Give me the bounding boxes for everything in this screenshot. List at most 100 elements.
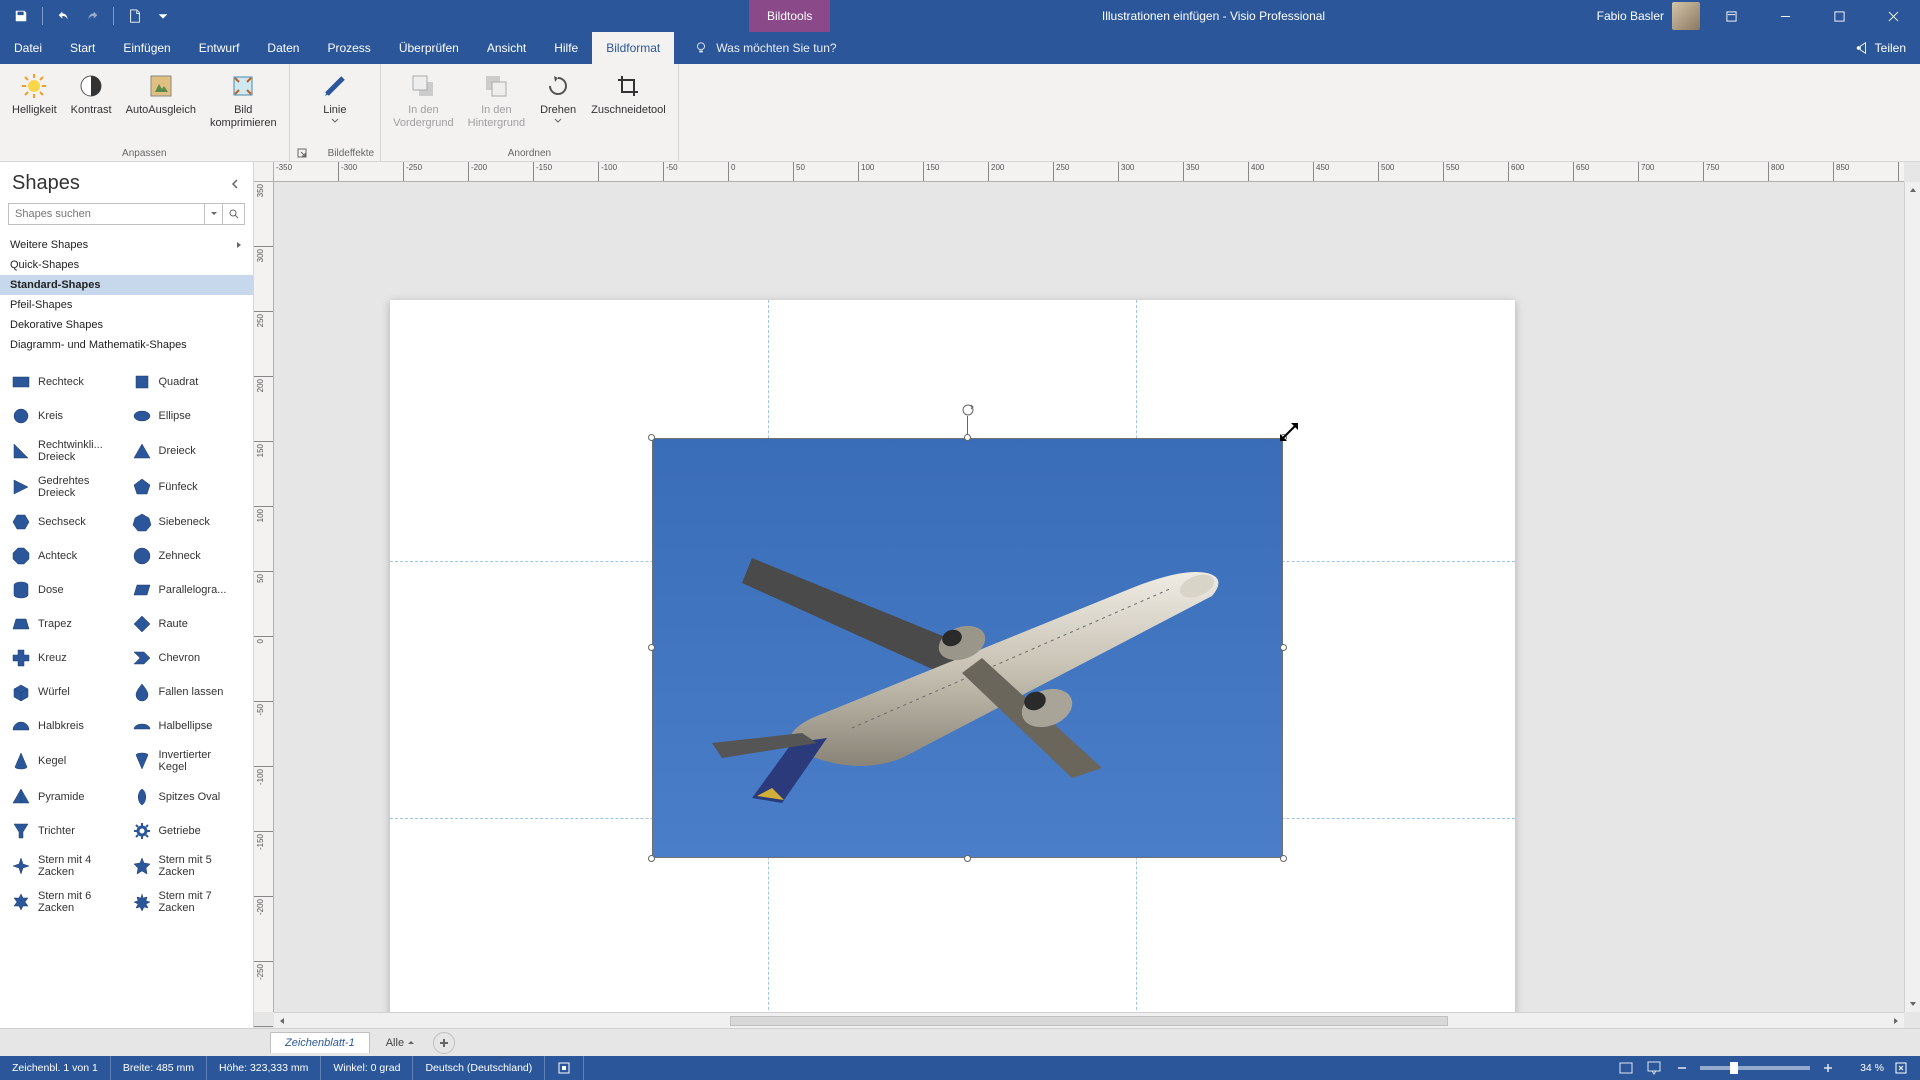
rotate-button[interactable]: Drehen — [533, 66, 583, 129]
tell-me-search[interactable]: Was möchten Sie tun? — [674, 32, 836, 64]
tab-hilfe[interactable]: Hilfe — [540, 32, 592, 64]
contrast-button[interactable]: Kontrast — [65, 66, 118, 121]
shapes-search-input[interactable] — [9, 204, 204, 224]
scroll-left[interactable] — [274, 1013, 290, 1028]
status-macro[interactable] — [545, 1056, 584, 1080]
view-presentation[interactable] — [1644, 1059, 1664, 1077]
status-language[interactable]: Deutsch (Deutschland) — [413, 1056, 545, 1080]
shape-zehneck[interactable]: Zehneck — [129, 541, 246, 571]
rotate-handle[interactable] — [960, 402, 976, 418]
zoom-level[interactable]: 34 % — [1846, 1062, 1884, 1074]
view-normal[interactable] — [1616, 1059, 1636, 1077]
minimize-button[interactable] — [1762, 0, 1808, 32]
save-button[interactable] — [10, 5, 32, 27]
scrollbar-horizontal[interactable] — [274, 1012, 1904, 1028]
stencil-diagramm[interactable]: Diagramm- und Mathematik-Shapes — [0, 335, 253, 355]
tab-datei[interactable]: Datei — [0, 32, 56, 64]
stencil-dekorative[interactable]: Dekorative Shapes — [0, 315, 253, 335]
scroll-up[interactable] — [1905, 182, 1920, 198]
scrollbar-vertical[interactable] — [1904, 182, 1920, 1012]
search-go-button[interactable] — [222, 204, 244, 224]
new-doc-button[interactable] — [124, 5, 146, 27]
shape-gedrehtes-dreieck[interactable]: Gedrehtes Dreieck — [8, 471, 125, 503]
shape-quadrat[interactable]: Quadrat — [129, 367, 246, 397]
close-button[interactable] — [1870, 0, 1916, 32]
shape-funfeck[interactable]: Fünfeck — [129, 471, 246, 503]
qat-customize[interactable] — [152, 5, 174, 27]
stencil-pfeil[interactable]: Pfeil-Shapes — [0, 295, 253, 315]
scroll-down[interactable] — [1905, 996, 1920, 1012]
search-options-dropdown[interactable] — [204, 204, 222, 224]
shape-halbellipse[interactable]: Halbellipse — [129, 711, 246, 741]
tab-prozess[interactable]: Prozess — [313, 32, 384, 64]
handle-ml[interactable] — [648, 644, 655, 651]
shape-trichter[interactable]: Trichter — [8, 816, 125, 846]
outline-button[interactable]: Linie — [310, 66, 360, 129]
zoom-knob[interactable] — [1730, 1062, 1738, 1074]
crop-tool-button[interactable]: Zuschneidetool — [585, 66, 672, 121]
zoom-fit-button[interactable] — [1892, 1059, 1910, 1077]
bildeffekte-launcher[interactable] — [296, 147, 308, 159]
undo-button[interactable] — [53, 5, 75, 27]
tab-daten[interactable]: Daten — [253, 32, 313, 64]
stencil-weitere[interactable]: Weitere Shapes — [0, 235, 253, 255]
shape-wurfel[interactable]: Würfel — [8, 677, 125, 707]
collapse-shapes-pane[interactable] — [229, 178, 241, 190]
sheet-all-button[interactable]: Alle — [376, 1033, 425, 1053]
compress-picture-button[interactable]: Bild komprimieren — [204, 66, 283, 133]
stencil-quick[interactable]: Quick-Shapes — [0, 255, 253, 275]
tab-start[interactable]: Start — [56, 32, 109, 64]
zoom-in[interactable] — [1818, 1059, 1838, 1077]
shapes-search[interactable] — [8, 203, 245, 225]
handle-tm[interactable] — [964, 434, 971, 441]
shape-inv-kegel[interactable]: Invertierter Kegel — [129, 745, 246, 777]
shape-siebeneck[interactable]: Siebeneck — [129, 507, 246, 537]
user-avatar[interactable] — [1672, 2, 1700, 30]
shape-kreis[interactable]: Kreis — [8, 401, 125, 431]
maximize-button[interactable] — [1816, 0, 1862, 32]
shape-getriebe[interactable]: Getriebe — [129, 816, 246, 846]
tab-uberprufen[interactable]: Überprüfen — [385, 32, 473, 64]
tab-entwurf[interactable]: Entwurf — [185, 32, 254, 64]
tab-bildformat[interactable]: Bildformat — [592, 32, 674, 64]
tab-ansicht[interactable]: Ansicht — [473, 32, 540, 64]
shape-sechseck[interactable]: Sechseck — [8, 507, 125, 537]
shape-stern4[interactable]: Stern mit 4 Zacken — [8, 850, 125, 882]
scroll-thumb[interactable] — [730, 1016, 1448, 1026]
shape-kreuz[interactable]: Kreuz — [8, 643, 125, 673]
shape-parallelogramm[interactable]: Parallelogra... — [129, 575, 246, 605]
shape-rechteck[interactable]: Rechteck — [8, 367, 125, 397]
ribbon-display-options[interactable] — [1708, 0, 1754, 32]
canvas[interactable]: -350-300-250-200-150-100-500501001502002… — [254, 162, 1920, 1028]
shape-achteck[interactable]: Achteck — [8, 541, 125, 571]
shape-stern7[interactable]: Stern mit 7 Zacken — [129, 886, 246, 918]
shape-halbkreis[interactable]: Halbkreis — [8, 711, 125, 741]
handle-mr[interactable] — [1280, 644, 1287, 651]
handle-br[interactable] — [1280, 855, 1287, 862]
shape-kegel[interactable]: Kegel — [8, 745, 125, 777]
shape-stern6[interactable]: Stern mit 6 Zacken — [8, 886, 125, 918]
handle-tl[interactable] — [648, 434, 655, 441]
shape-rechtw-dreieck[interactable]: Rechtwinkli... Dreieck — [8, 435, 125, 467]
handle-bm[interactable] — [964, 855, 971, 862]
sheet-tab-1[interactable]: Zeichenblatt-1 — [270, 1032, 370, 1053]
drawing-page[interactable] — [390, 300, 1515, 1012]
tab-einfugen[interactable]: Einfügen — [109, 32, 184, 64]
zoom-slider[interactable] — [1700, 1066, 1810, 1070]
zoom-out[interactable] — [1672, 1059, 1692, 1077]
shape-dose[interactable]: Dose — [8, 575, 125, 605]
shape-ellipse[interactable]: Ellipse — [129, 401, 246, 431]
shape-chevron[interactable]: Chevron — [129, 643, 246, 673]
shape-trapez[interactable]: Trapez — [8, 609, 125, 639]
handle-bl[interactable] — [648, 855, 655, 862]
brightness-button[interactable]: Helligkeit — [6, 66, 63, 121]
stencil-standard[interactable]: Standard-Shapes — [0, 275, 253, 295]
shape-dreieck[interactable]: Dreieck — [129, 435, 246, 467]
selected-image[interactable] — [652, 438, 1283, 858]
redo-button[interactable] — [81, 5, 103, 27]
shape-stern5[interactable]: Stern mit 5 Zacken — [129, 850, 246, 882]
auto-adjust-button[interactable]: AutoAusgleich — [120, 66, 202, 121]
context-tab-bildtools[interactable]: Bildtools — [749, 0, 830, 32]
scroll-right[interactable] — [1888, 1013, 1904, 1028]
shape-raute[interactable]: Raute — [129, 609, 246, 639]
